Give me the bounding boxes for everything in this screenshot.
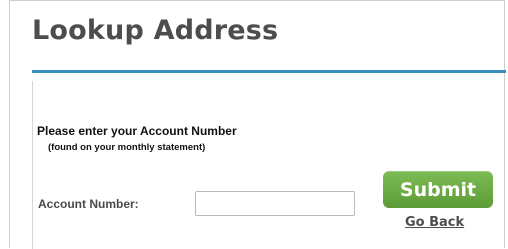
page-title: Lookup Address [32,15,279,46]
title-divider [32,70,506,73]
panel-header: Lookup Address [10,1,506,73]
account-instruction: Please enter your Account Number [37,124,237,138]
submit-button[interactable]: Submit [383,171,493,208]
account-number-input[interactable] [195,191,355,216]
lookup-address-page: Lookup Address Please enter your Account… [0,0,508,249]
go-back-link[interactable]: Go Back [405,215,464,230]
account-hint: (found on your monthly statement) [48,142,206,153]
account-number-label: Account Number: [38,197,139,211]
